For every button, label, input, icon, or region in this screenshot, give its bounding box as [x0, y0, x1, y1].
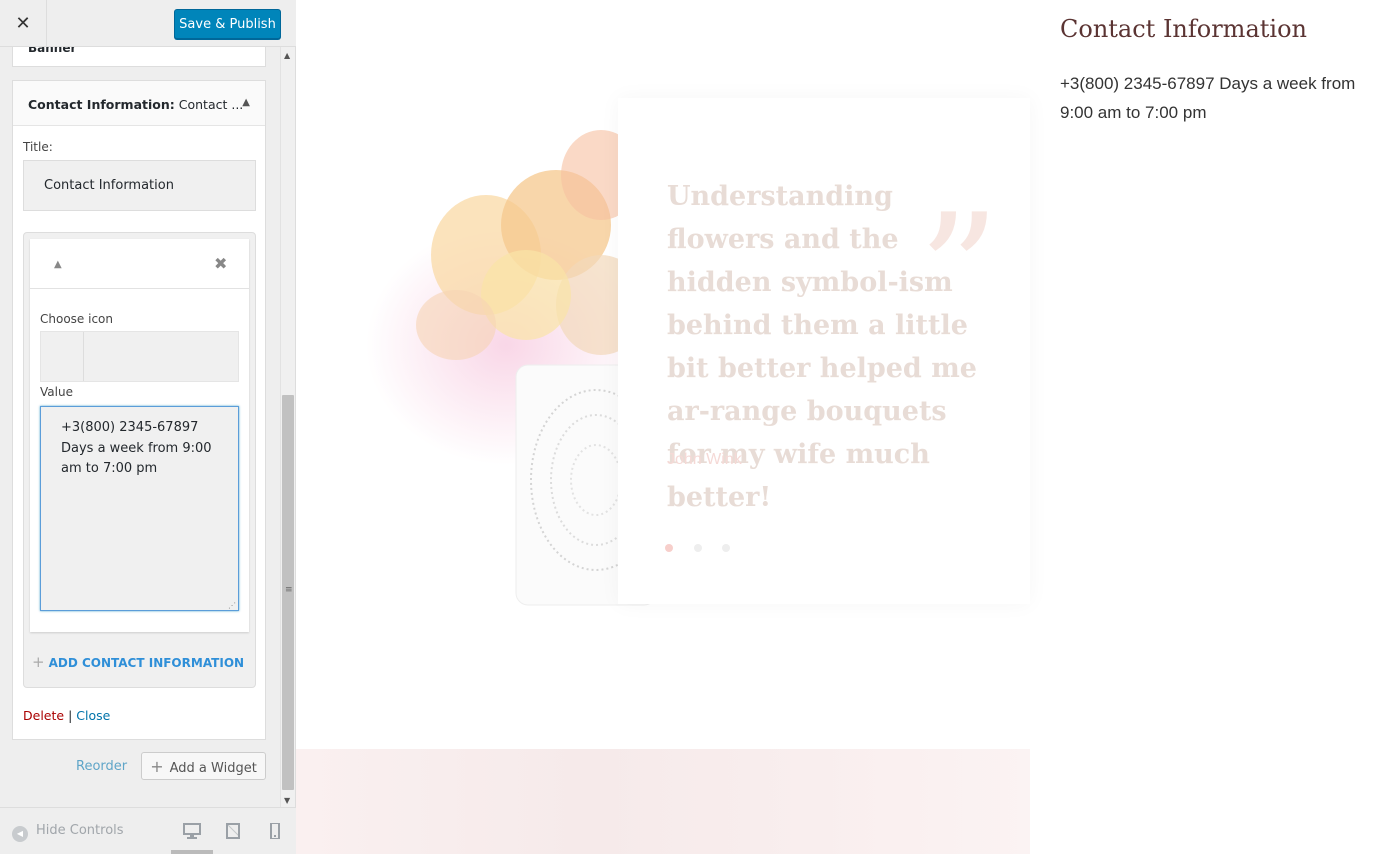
caret-up-icon[interactable]: ▲ [54, 259, 62, 270]
reorder-link[interactable]: Reorder [76, 759, 127, 774]
contact-repeater: ▲ ✖ Choose icon Value +3(800) 2345-67897… [23, 232, 256, 688]
widget-title: Contact Information: Contact ... [28, 97, 244, 112]
customizer-sidebar: ✕ Save & Publish Banner Contact Informat… [0, 0, 296, 854]
slider-dot[interactable] [722, 544, 730, 552]
arrow-left-icon: ◀ [12, 826, 28, 842]
scroll-down-icon[interactable]: ▼ [284, 796, 290, 805]
title-label: Title: [23, 140, 53, 154]
widget-header[interactable]: Contact Information: Contact ... ▲ [13, 81, 265, 126]
widgets-panel: Banner Contact Information: Contact ... … [0, 47, 280, 807]
add-contact-information-button[interactable]: + ADD CONTACT INFORMATION [32, 653, 244, 671]
site-preview: ” Understanding flowers and the hidden s… [296, 0, 1399, 854]
active-device-indicator [171, 850, 213, 854]
choose-icon-label: Choose icon [40, 312, 113, 326]
icon-chooser[interactable] [40, 331, 239, 382]
caret-up-icon[interactable]: ▲ [242, 97, 250, 108]
tablet-icon[interactable] [225, 823, 243, 839]
scroll-thumb[interactable]: ≡ [282, 395, 294, 790]
close-link[interactable]: Close [76, 708, 110, 723]
repeater-item-header: ▲ ✖ [30, 239, 249, 289]
save-publish-button[interactable]: Save & Publish [174, 9, 281, 39]
widget-banner-title: Banner [28, 47, 77, 55]
sidebar-footer: ◀ Hide Controls [0, 807, 296, 854]
delete-link[interactable]: Delete [23, 708, 64, 723]
scroll-up-icon[interactable]: ▲ [284, 51, 290, 60]
sidebar-scrollbar[interactable]: ▲ ≡ ▼ [280, 47, 295, 807]
contact-information-value: +3(800) 2345-67897 Days a week from 9:00… [1060, 74, 1356, 122]
roses-banner-image [296, 749, 1030, 854]
icon-preview [41, 332, 84, 381]
add-widget-button[interactable]: + Add a Widget [141, 752, 266, 780]
widget-contact-information: Contact Information: Contact ... ▲ Title… [12, 80, 266, 740]
title-input[interactable]: Contact Information [23, 160, 256, 211]
testimonial-author: John Wink [667, 451, 742, 468]
sidebar-header: ✕ Save & Publish [0, 0, 296, 47]
contact-information-heading: Contact Information [1060, 15, 1307, 43]
plus-icon: + [150, 756, 164, 776]
resize-grip-icon[interactable]: ⋰ [228, 601, 236, 610]
value-label: Value [40, 385, 73, 399]
widget-banner[interactable]: Banner [12, 47, 266, 67]
slider-dot[interactable] [665, 544, 673, 552]
scroll-grip-icon: ≡ [285, 585, 293, 595]
hide-controls-button[interactable]: ◀ Hide Controls [12, 823, 124, 842]
mobile-icon[interactable] [268, 823, 286, 839]
widget-actions: Delete | Close [23, 708, 110, 723]
plus-icon: + [32, 653, 45, 671]
slider-dot[interactable] [694, 544, 702, 552]
desktop-icon[interactable] [183, 823, 201, 839]
close-customizer-button[interactable]: ✕ [0, 0, 47, 47]
remove-item-icon[interactable]: ✖ [214, 254, 227, 273]
repeater-item: ▲ ✖ Choose icon Value +3(800) 2345-67897… [30, 239, 249, 632]
value-textarea[interactable]: +3(800) 2345-67897 Days a week from 9:00… [40, 406, 239, 611]
testimonial-card: ” Understanding flowers and the hidden s… [618, 98, 1030, 604]
separator: | [68, 708, 73, 723]
